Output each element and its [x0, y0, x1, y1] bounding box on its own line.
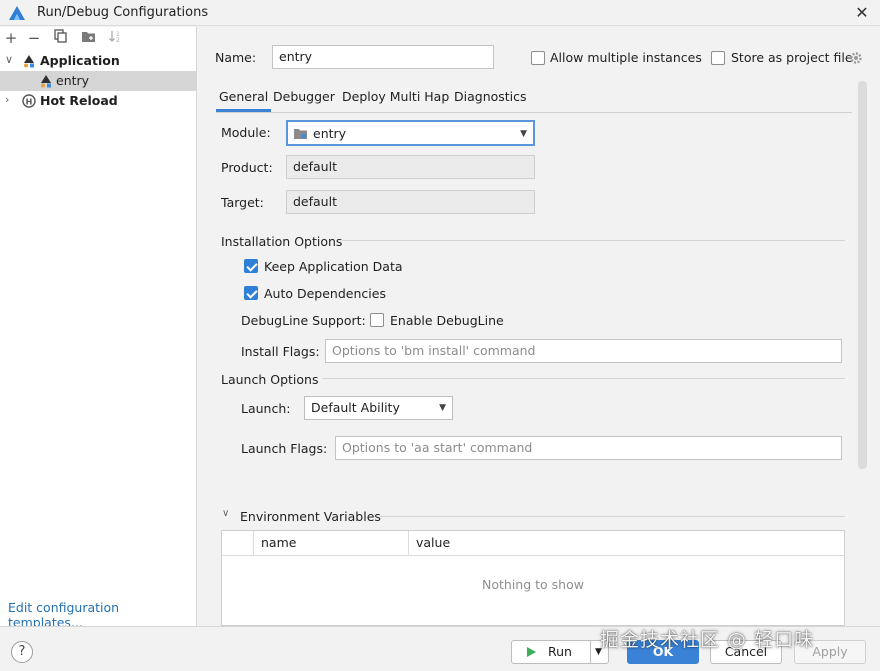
tree-item-label: Application	[40, 53, 120, 68]
tree-item-label: entry	[56, 73, 90, 88]
gear-icon[interactable]	[849, 51, 863, 65]
svg-text:2: 2	[116, 37, 120, 43]
target-label: Target:	[221, 195, 264, 210]
auto-dependencies-checkbox[interactable]	[244, 286, 258, 300]
title-bar: Run/Debug Configurations ✕	[0, 0, 880, 26]
divider	[590, 641, 591, 663]
sidebar-toolbar: + − 12	[0, 27, 196, 50]
tab-deploy-multi-hap[interactable]: Deploy Multi Hap	[339, 88, 452, 112]
launch-select[interactable]: Default Ability ▼	[304, 396, 453, 420]
folder-icon[interactable]	[79, 29, 97, 47]
app-logo-icon	[9, 6, 25, 20]
configurations-sidebar: + − 12 ∨ Application entry › H Hot Reloa…	[0, 27, 197, 630]
debugline-support-label: DebugLine Support:	[241, 313, 366, 328]
launch-flags-label: Launch Flags:	[241, 441, 328, 456]
remove-icon[interactable]: −	[25, 29, 43, 47]
module-label: Module:	[221, 125, 271, 140]
store-as-project-checkbox[interactable]	[711, 51, 725, 65]
divider	[342, 240, 845, 241]
tab-debugger[interactable]: Debugger	[270, 88, 338, 112]
sort-icon[interactable]: 12	[106, 29, 124, 47]
dialog-footer: ? Run ▼ OK Cancel Apply 掘金技术社区 @ 轻口味	[0, 626, 880, 671]
launch-select-value: Default Ability	[311, 400, 400, 415]
copy-icon[interactable]	[52, 29, 70, 47]
install-flags-label: Install Flags:	[241, 344, 320, 359]
run-button[interactable]: Run ▼	[511, 640, 609, 664]
divider	[380, 516, 845, 517]
chevron-down-icon: ▼	[439, 403, 446, 413]
configuration-editor: Name: entry Allow multiple instances Sto…	[198, 27, 880, 626]
product-label: Product:	[221, 160, 273, 175]
enable-debugline-label: Enable DebugLine	[390, 313, 504, 328]
install-flags-input[interactable]: Options to 'bm install' command	[325, 339, 842, 363]
chevron-down-icon[interactable]: ∨	[5, 53, 17, 66]
module-select[interactable]: entry ▼	[286, 120, 535, 146]
folder-icon	[294, 129, 307, 139]
application-icon	[41, 75, 51, 88]
keep-app-data-checkbox[interactable]	[244, 259, 258, 273]
column-divider	[253, 531, 254, 556]
environment-variables-table: name value Nothing to show	[221, 530, 845, 626]
installation-options-heading: Installation Options	[221, 234, 343, 249]
tree-item-hot-reload[interactable]: › H Hot Reload	[0, 91, 197, 111]
tab-diagnostics[interactable]: Diagnostics	[451, 88, 530, 112]
tree-item-application[interactable]: ∨ Application	[0, 51, 197, 71]
target-field: default	[286, 190, 535, 214]
hot-reload-icon: H	[22, 94, 36, 108]
table-header: name value	[222, 531, 844, 556]
column-divider	[408, 531, 409, 556]
store-as-project-label: Store as project file	[731, 50, 853, 65]
chevron-down-icon: ▼	[520, 129, 527, 139]
tab-general[interactable]: General	[216, 88, 272, 112]
allow-multiple-checkbox[interactable]	[531, 51, 545, 65]
column-header-name[interactable]: name	[261, 535, 296, 550]
close-icon[interactable]: ✕	[852, 3, 872, 23]
launch-flags-input[interactable]: Options to 'aa start' command	[335, 436, 842, 460]
name-label: Name:	[215, 50, 257, 65]
keep-app-data-label: Keep Application Data	[264, 259, 403, 274]
launch-label: Launch:	[241, 401, 291, 416]
module-select-value: entry	[313, 126, 347, 141]
help-button[interactable]: ?	[11, 641, 33, 663]
empty-state-text: Nothing to show	[482, 577, 584, 592]
config-tabs: General Debugger Deploy Multi Hap Diagno…	[216, 85, 852, 113]
run-icon	[527, 647, 536, 657]
launch-options-heading: Launch Options	[221, 372, 319, 387]
run-button-label: Run	[548, 644, 572, 659]
tree-item-entry[interactable]: entry	[0, 71, 197, 91]
name-input[interactable]: entry	[272, 45, 494, 69]
product-field: default	[286, 155, 535, 179]
tree-item-label: Hot Reload	[40, 93, 118, 108]
watermark-text: 掘金技术社区 @ 轻口味	[600, 629, 815, 651]
divider	[322, 378, 845, 379]
chevron-right-icon[interactable]: ›	[5, 93, 17, 106]
scrollbar[interactable]	[858, 81, 867, 469]
window-title: Run/Debug Configurations	[37, 5, 209, 20]
allow-multiple-label: Allow multiple instances	[550, 50, 702, 65]
add-icon[interactable]: +	[2, 29, 20, 47]
auto-dependencies-label: Auto Dependencies	[264, 286, 386, 301]
svg-text:H: H	[26, 97, 33, 106]
enable-debugline-checkbox[interactable]	[370, 313, 384, 327]
column-header-value[interactable]: value	[416, 535, 450, 550]
chevron-down-icon[interactable]: ∨	[222, 508, 229, 519]
run-debug-configurations-dialog: Run/Debug Configurations ✕ + − 12 ∨ Appl…	[0, 0, 880, 671]
application-icon	[24, 55, 34, 68]
environment-variables-heading: Environment Variables	[240, 509, 381, 524]
